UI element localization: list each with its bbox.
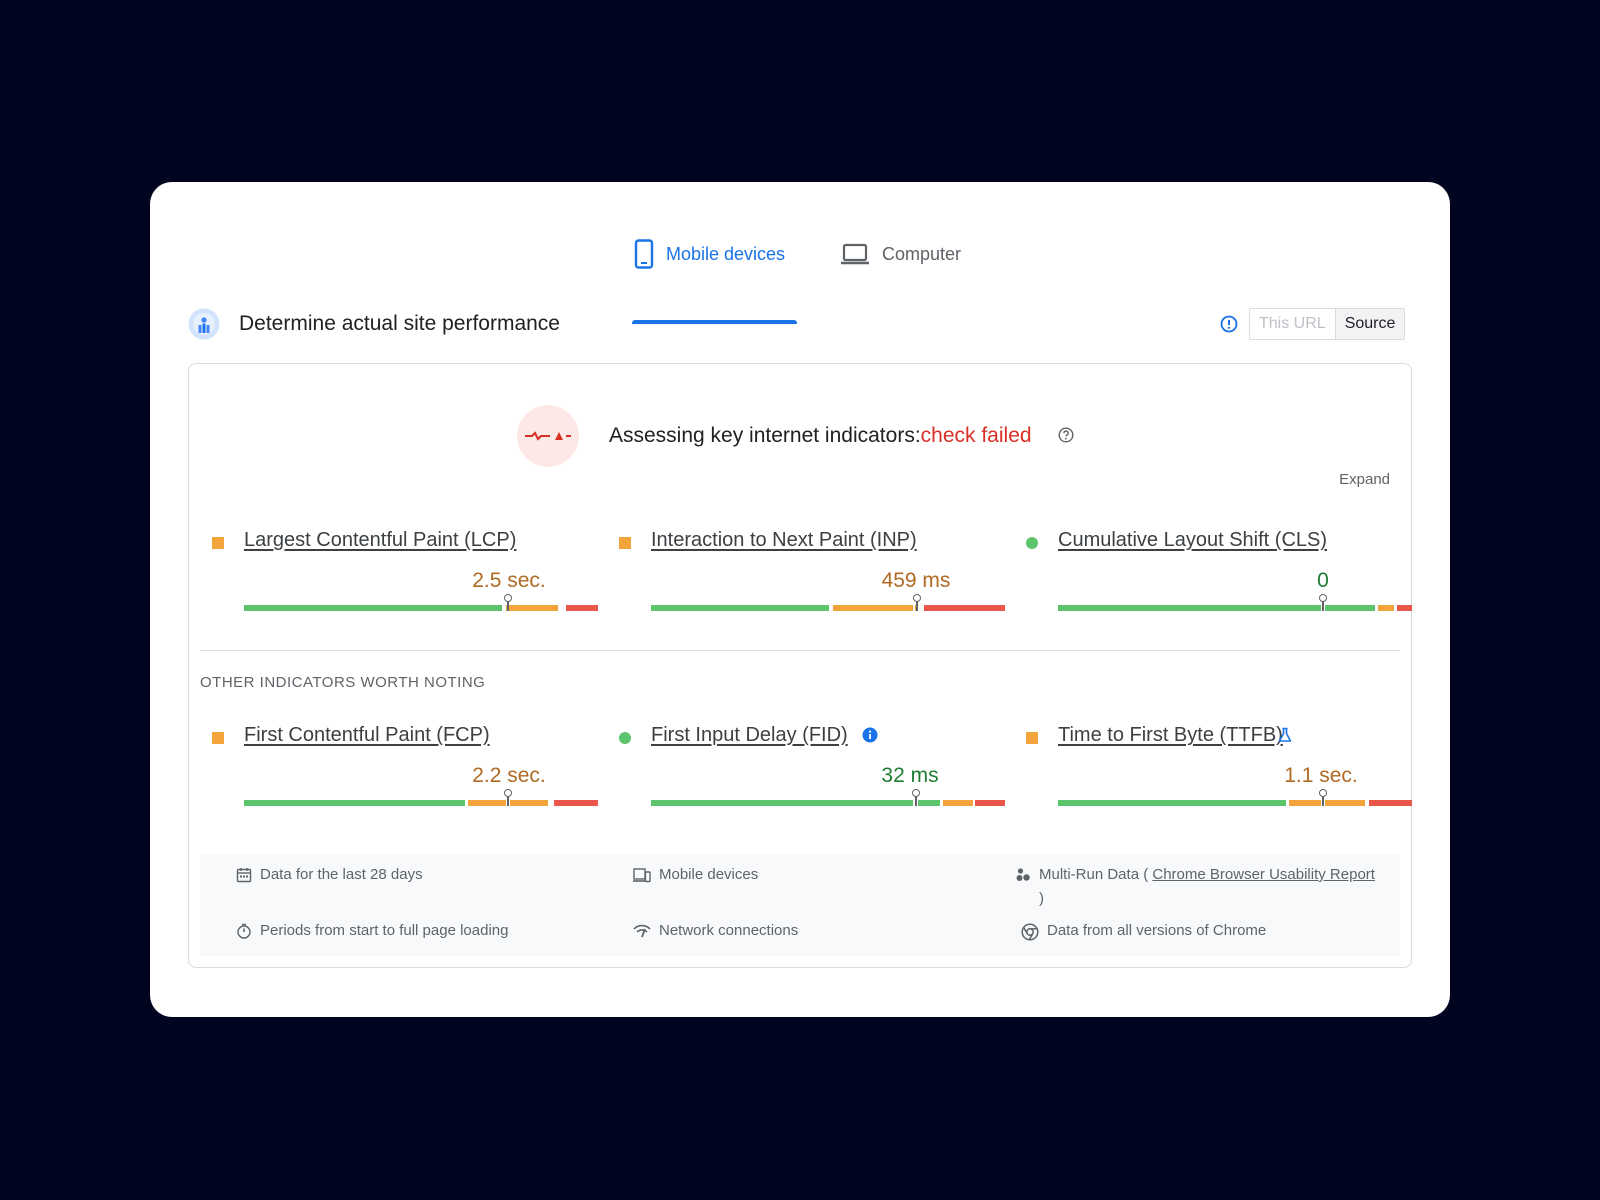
distribution-bar — [1058, 789, 1412, 806]
metric-lcp: Largest Contentful Paint (LCP) 2.5 sec. — [200, 529, 598, 611]
good-circle-icon — [1026, 537, 1038, 549]
percentile-marker — [1319, 594, 1327, 611]
detail-period: Data for the last 28 days — [236, 863, 423, 891]
failed-assessment-icon — [517, 405, 579, 467]
metric-name[interactable]: Time to First Byte (TTFB) — [1058, 724, 1283, 747]
distribution-bar — [1058, 594, 1412, 611]
expand-button[interactable]: Expand — [1339, 471, 1390, 488]
crux-logo-icon — [188, 308, 220, 340]
stopwatch-icon — [236, 919, 252, 947]
percentile-marker — [913, 594, 921, 611]
help-icon[interactable] — [1058, 427, 1074, 448]
device-tabs: Mobile devices Computer — [150, 230, 1450, 324]
percentile-marker — [1319, 789, 1327, 806]
metric-ttfb: Time to First Byte (TTFB) 1.1 sec. — [1014, 724, 1412, 806]
smartphone-icon — [634, 239, 654, 269]
needs-improvement-square-icon — [212, 537, 224, 549]
detail-source-text: Multi-Run Data ( Chrome Browser Usabilit… — [1039, 863, 1375, 911]
report-card: Mobile devices Computer Determine actual… — [150, 182, 1450, 1017]
detail-versions-text: Data from all versions of Chrome — [1047, 922, 1267, 939]
metric-value: 0 — [1317, 569, 1329, 592]
percentile-marker — [504, 594, 512, 611]
assessment-summary: Assessing key internet indicators:check … — [609, 424, 1032, 448]
data-details-box: Data for the last 28 days Mobile devices… — [200, 854, 1400, 956]
this-url-button[interactable]: This URL — [1250, 309, 1336, 339]
metric-value: 1.1 sec. — [1284, 764, 1358, 787]
tab-computer[interactable]: Computer — [840, 230, 961, 278]
tab-computer-label: Computer — [882, 243, 962, 264]
distribution-bar — [244, 789, 598, 806]
info-filled-icon[interactable] — [862, 727, 878, 748]
chrome-icon — [1021, 919, 1039, 949]
metric-name[interactable]: First Input Delay (FID) — [651, 724, 848, 747]
metric-value: 32 ms — [881, 764, 939, 787]
metric-inp: Interaction to Next Paint (INP) 459 ms — [607, 529, 1005, 611]
tab-mobile-devices[interactable]: Mobile devices — [634, 230, 785, 278]
multi-user-icon — [1015, 863, 1031, 891]
page-title: Determine actual site performance — [239, 312, 560, 335]
percentile-marker — [912, 789, 920, 806]
metric-name[interactable]: Cumulative Layout Shift (CLS) — [1058, 529, 1327, 552]
calendar-icon — [236, 863, 252, 891]
metric-fid: First Input Delay (FID) 32 ms — [607, 724, 1005, 806]
crux-report-link[interactable]: Chrome Browser Usability Report — [1152, 866, 1375, 883]
devices-icon — [633, 863, 651, 891]
assessment-label: Assessing key internet indicators: — [609, 424, 921, 447]
good-circle-icon — [619, 732, 631, 744]
network-icon — [633, 919, 651, 947]
detail-loading-text: Periods from start to full page loading — [260, 922, 509, 939]
detail-source: Multi-Run Data ( Chrome Browser Usabilit… — [1015, 863, 1375, 911]
metrics-panel: Assessing key internet indicators:check … — [188, 363, 1412, 968]
detail-source-prefix: Multi-Run Data ( — [1039, 866, 1153, 883]
detail-devices-text: Mobile devices — [659, 866, 759, 883]
other-indicators-title: OTHER INDICATORS WORTH NOTING — [200, 674, 486, 691]
metric-value: 459 ms — [881, 569, 951, 592]
laptop-icon — [840, 242, 870, 266]
section-divider — [200, 650, 1400, 651]
needs-improvement-square-icon — [619, 537, 631, 549]
percentile-marker — [504, 789, 512, 806]
experimental-flask-icon — [1278, 727, 1292, 748]
distribution-bar — [651, 789, 1005, 806]
metric-name[interactable]: First Contentful Paint (FCP) — [244, 724, 490, 747]
detail-network-text: Network connections — [659, 922, 799, 939]
detail-network: Network connections — [633, 919, 798, 947]
metric-name[interactable]: Interaction to Next Paint (INP) — [651, 529, 917, 552]
needs-improvement-square-icon — [212, 732, 224, 744]
source-button[interactable]: Source — [1335, 309, 1405, 339]
metric-value: 2.2 sec. — [472, 764, 546, 787]
detail-period-text: Data for the last 28 days — [260, 866, 423, 883]
url-source-toggle: This URL Source — [1249, 308, 1406, 340]
assessment-status: check failed — [920, 424, 1032, 447]
metric-value: 2.5 sec. — [472, 569, 546, 592]
detail-versions: Data from all versions of Chrome — [1021, 919, 1266, 949]
detail-loading: Periods from start to full page loading — [236, 919, 508, 947]
tab-mobile-label: Mobile devices — [666, 243, 786, 264]
metric-fcp: First Contentful Paint (FCP) 2.2 sec. — [200, 724, 598, 806]
detail-devices: Mobile devices — [633, 863, 758, 891]
info-icon[interactable] — [1220, 315, 1238, 338]
metric-cls: Cumulative Layout Shift (CLS) 0 — [1014, 529, 1412, 611]
needs-improvement-square-icon — [1026, 732, 1038, 744]
distribution-bar — [244, 594, 598, 611]
distribution-bar — [651, 594, 1005, 611]
metric-name[interactable]: Largest Contentful Paint (LCP) — [244, 529, 516, 552]
section-header: Determine actual site performance This U… — [188, 308, 1412, 340]
detail-source-suffix: ) — [1039, 890, 1044, 907]
